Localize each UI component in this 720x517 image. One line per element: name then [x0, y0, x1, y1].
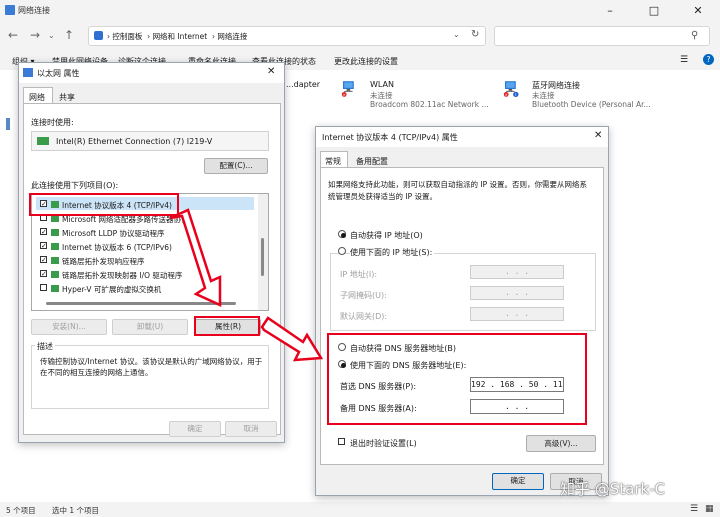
watermark: 知乎 @Stark-C: [560, 480, 666, 498]
annotation-arrows: [169, 208, 324, 362]
arrow-right-icon: [260, 316, 324, 362]
arrow-down-icon: [169, 208, 222, 307]
